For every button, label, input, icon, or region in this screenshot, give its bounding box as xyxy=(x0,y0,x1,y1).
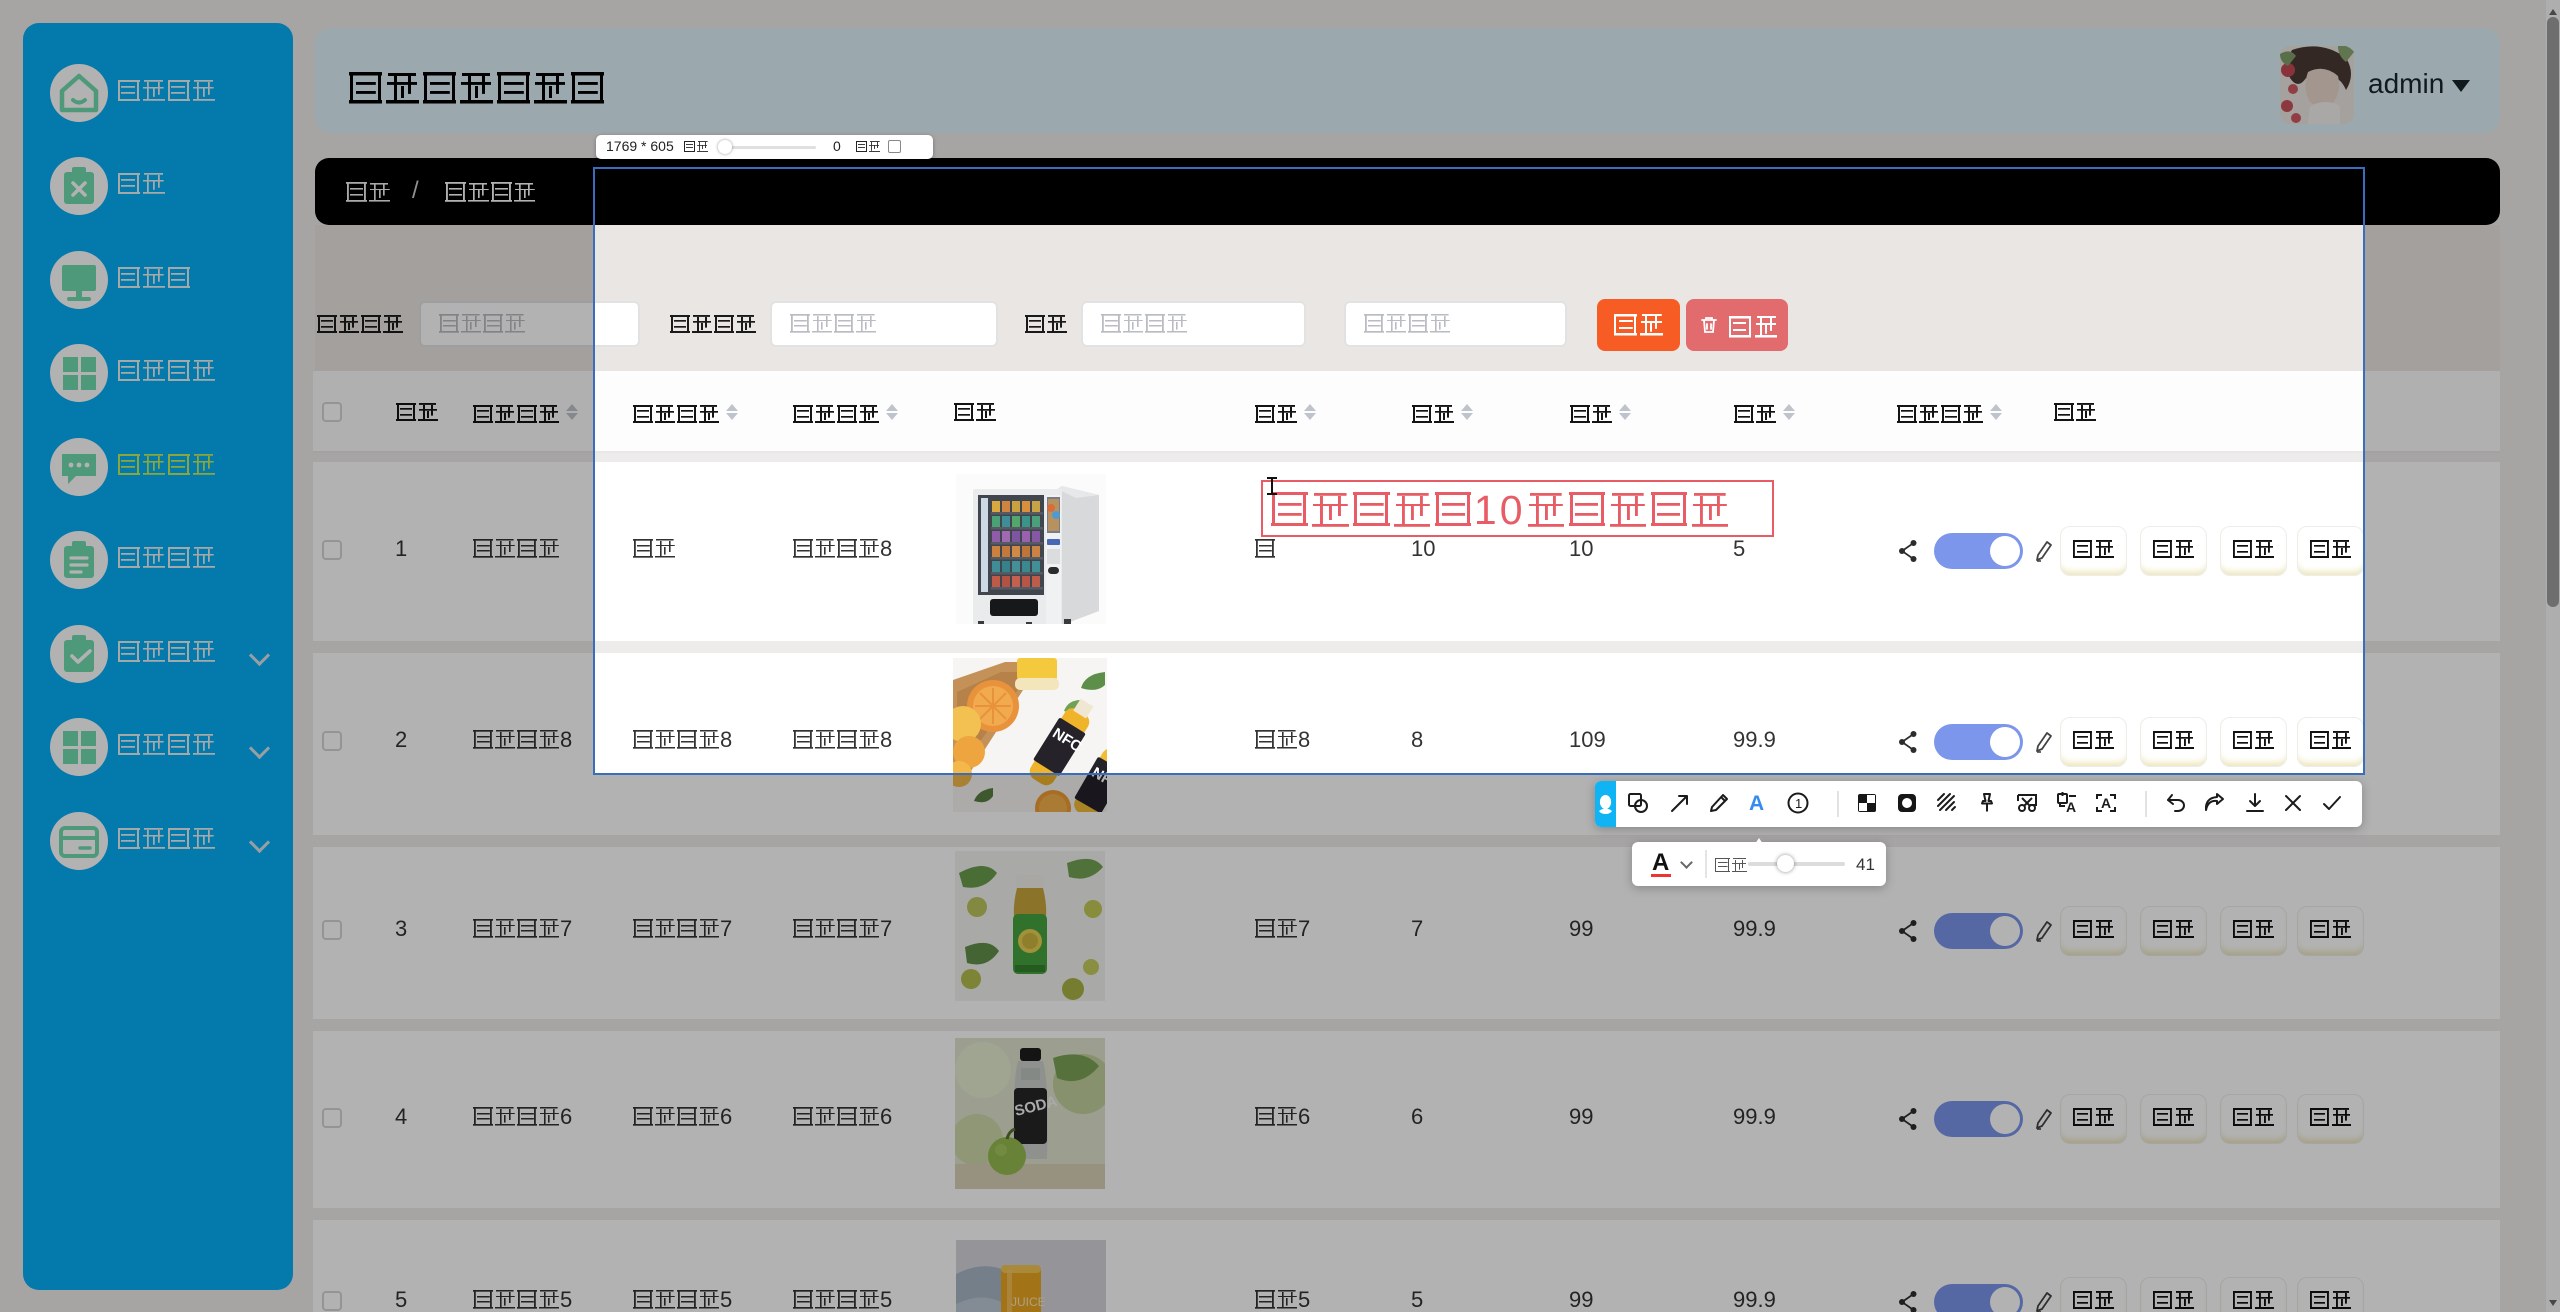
svg-text:A: A xyxy=(2101,795,2111,811)
svg-text:A: A xyxy=(1749,792,1764,815)
svg-text:1: 1 xyxy=(1795,796,1802,811)
svg-text:A: A xyxy=(2066,799,2076,815)
svg-text:JUICE: JUICE xyxy=(1011,1295,1046,1309)
